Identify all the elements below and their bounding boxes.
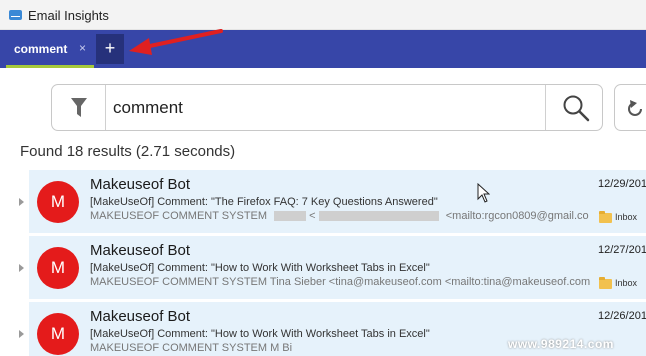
result-row[interactable]: M Makeuseof Bot [MakeUseOf] Comment: "Ho… (19, 236, 646, 300)
expand-arrow-icon[interactable] (19, 330, 24, 338)
window-title: Email Insights (28, 8, 109, 23)
avatar: M (37, 313, 79, 355)
redacted-name (274, 211, 307, 222)
email-date: 12/29/201 (598, 178, 646, 190)
sender-name: Makeuseof Bot (90, 176, 191, 193)
watermark: www.989214.com (508, 337, 614, 351)
email-subject: [MakeUseOf] Comment: "How to Work With W… (90, 328, 430, 340)
search-icon (563, 95, 590, 122)
active-tab-indicator (6, 65, 94, 68)
expand-arrow-icon[interactable] (19, 198, 24, 206)
from-line: MAKEUSEOF COMMENT SYSTEM < <mailto:rgcon… (90, 210, 602, 222)
folder-icon (599, 276, 612, 289)
undo-arrow-icon (628, 100, 642, 116)
email-subject: [MakeUseOf] Comment: "The Firefox FAQ: 7… (90, 196, 438, 208)
avatar: M (37, 181, 79, 223)
from-line: MAKEUSEOF COMMENT SYSTEM Tina Sieber <ti… (90, 276, 591, 288)
redacted-email (318, 211, 439, 222)
email-date: 12/27/201 (598, 244, 646, 256)
mouse-cursor-icon (477, 183, 490, 203)
folder-label: Inbox (599, 210, 638, 223)
email-subject: [MakeUseOf] Comment: "How to Work With W… (90, 262, 430, 274)
tab-label: comment (14, 42, 68, 56)
tab-close-icon[interactable]: × (79, 41, 86, 55)
folder-icon (599, 210, 612, 223)
mail-app-icon (9, 10, 22, 20)
red-arrow-annotation (129, 29, 223, 55)
title-bar: Email Insights (0, 0, 646, 30)
search-button[interactable] (545, 85, 602, 130)
add-tab-button[interactable]: + (96, 34, 124, 64)
filter-funnel-icon (71, 98, 87, 117)
folder-label: Inbox (599, 276, 638, 289)
result-row[interactable]: M Makeuseof Bot [MakeUseOf] Comment: "Th… (19, 170, 646, 234)
sender-name: Makeuseof Bot (90, 308, 191, 325)
email-date: 12/26/201 (598, 310, 646, 322)
tab-comment[interactable]: comment × (6, 30, 94, 68)
from-mailto: <mailto:rgcon0809@gmail.co (445, 210, 589, 222)
results-summary: Found 18 results (2.71 seconds) (20, 143, 236, 160)
search-input[interactable] (113, 96, 533, 120)
folder-name: Inbox (615, 212, 638, 222)
back-button[interactable] (614, 84, 646, 131)
search-bar (51, 84, 603, 131)
folder-name: Inbox (615, 278, 638, 288)
expand-arrow-icon[interactable] (19, 264, 24, 272)
sender-name: Makeuseof Bot (90, 242, 191, 259)
from-name: MAKEUSEOF COMMENT SYSTEM (90, 210, 268, 222)
avatar: M (37, 247, 79, 289)
from-lt: < (309, 210, 316, 222)
filter-button[interactable] (52, 85, 106, 130)
